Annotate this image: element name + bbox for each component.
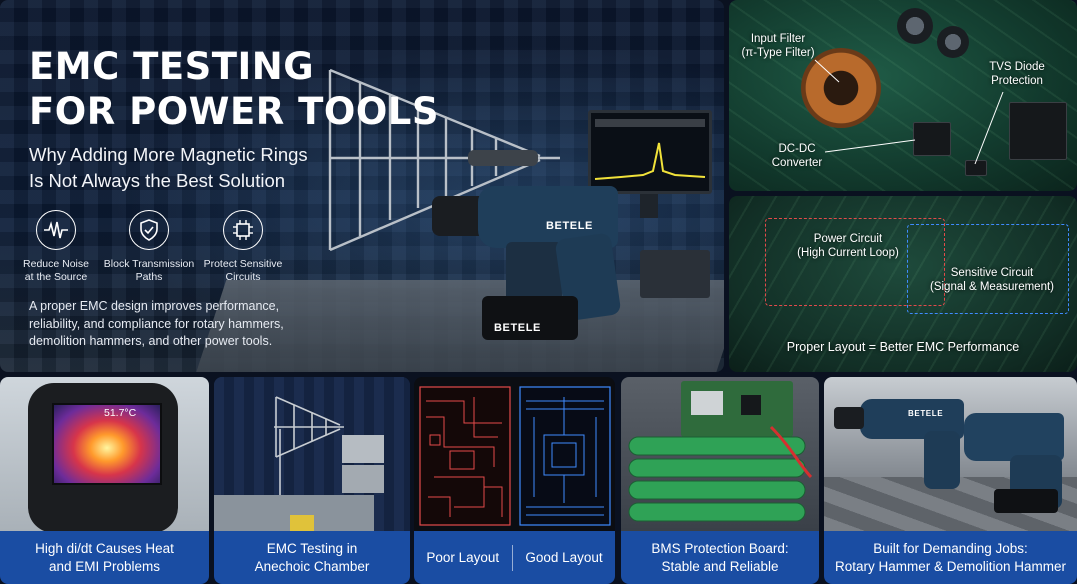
layout-footer-label: Proper Layout = Better EMC Performance	[786, 340, 1020, 354]
description-line: A proper EMC design improves performance…	[29, 299, 280, 313]
page-subtitle: Why Adding More Magnetic Rings Is Not Al…	[29, 142, 308, 194]
chip-icon	[223, 210, 263, 250]
description-line: reliability, and compliance for rotary h…	[29, 316, 284, 331]
caption-line: BMS Protection Board:	[651, 540, 789, 556]
feature-block-transmission: Block Transmission Paths	[101, 210, 197, 284]
caption-line: Rotary Hammer & Demolition Hammer	[834, 558, 1067, 574]
layout-compare-image	[414, 377, 615, 531]
battery-brand-label: BETELE	[494, 322, 541, 334]
good-layout-label: Good Layout	[525, 549, 603, 565]
label-line: (Signal & Measurement)	[930, 281, 1054, 293]
feature-label: Protect Sensitive	[203, 258, 283, 270]
caption-line: Built for Demanding Jobs:	[873, 540, 1028, 556]
subtitle-line-2: Is Not Always the Best Solution	[29, 170, 286, 191]
spectrum-analyzer-monitor	[588, 110, 712, 194]
feature-label: Circuits	[225, 271, 261, 283]
title-line-1: EMC TESTING	[29, 45, 315, 88]
label-line: (High Current Loop)	[797, 247, 899, 259]
drill-chuck	[432, 196, 484, 236]
hammers-image: BETELE	[824, 377, 1077, 531]
caption-line: EMC Testing in	[266, 540, 358, 556]
caption-divider	[511, 544, 513, 571]
monitor-stand	[640, 194, 658, 218]
description-line: demolition hammers, and other power tool…	[29, 334, 273, 348]
feature-label: at the Source	[24, 271, 88, 283]
bms-board-image	[621, 377, 819, 531]
title-line-2: FOR POWER TOOLS	[29, 90, 440, 133]
card-thermal-camera: 51.7°C High di/dt Causes Heat and EMI Pr…	[0, 377, 209, 584]
card-anechoic-chamber: EMC Testing in Anechoic Chamber	[214, 377, 410, 584]
card-caption: Poor Layout Good Layout	[414, 531, 615, 584]
callout-lines	[814, 59, 1004, 165]
poor-layout-label: Poor Layout	[426, 549, 500, 565]
card-pcb-layout-compare: Poor Layout Good Layout	[414, 377, 615, 584]
rf-instrument	[640, 250, 710, 298]
hero-description: A proper EMC design improves performance…	[29, 298, 289, 351]
power-circuit-label: Power Circuit (High Current Loop)	[773, 232, 923, 260]
label-line: Power Circuit	[813, 233, 883, 245]
card-bms-board: BMS Protection Board: Stable and Reliabl…	[621, 377, 819, 584]
drill-grip	[506, 242, 562, 304]
card-hammer-tools: BETELE Built for Demanding Jobs: Rotary …	[824, 377, 1077, 584]
temperature-readout: 51.7°C	[104, 407, 137, 419]
subtitle-line-1: Why Adding More Magnetic Rings	[29, 144, 308, 165]
card-caption: EMC Testing in Anechoic Chamber	[214, 531, 410, 584]
drill-brand-label: BETELE	[546, 220, 593, 232]
feature-label: Block Transmission	[103, 258, 195, 270]
label-line: Sensitive Circuit	[950, 267, 1034, 279]
thermal-camera-image: 51.7°C	[0, 377, 209, 533]
card-caption: Built for Demanding Jobs: Rotary Hammer …	[824, 531, 1077, 584]
drill-battery: BETELE	[482, 296, 578, 340]
hero-panel: BETELE BETELE EMC TESTING FOR POWER TOOL…	[0, 0, 724, 372]
waveform-icon	[36, 210, 76, 250]
pcb-components-panel: Input Filter (π-Type Filter) TVS Diode P…	[729, 0, 1077, 191]
caption-line: Stable and Reliable	[661, 558, 779, 574]
feature-protect-circuits: Protect Sensitive Circuits	[195, 210, 291, 284]
card-caption: High di/dt Causes Heat and EMI Problems	[0, 531, 209, 584]
caption-line: Anechoic Chamber	[254, 558, 370, 574]
anechoic-chamber-image	[214, 377, 410, 531]
feature-label: Paths	[135, 271, 163, 283]
feature-label: Reduce Noise	[23, 258, 89, 270]
card-caption: BMS Protection Board: Stable and Reliabl…	[621, 531, 819, 584]
sensitive-circuit-label: Sensitive Circuit (Signal & Measurement)	[917, 266, 1067, 294]
pcb-layout-panel: Power Circuit (High Current Loop) Sensit…	[729, 196, 1077, 372]
feature-reduce-noise: Reduce Noise at the Source	[8, 210, 104, 284]
hammer-brand-label: BETELE	[908, 409, 944, 418]
shield-check-icon	[129, 210, 169, 250]
page-title: EMC TESTING FOR POWER TOOLS	[29, 44, 439, 134]
caption-line: and EMI Problems	[48, 558, 161, 574]
caption-line: High di/dt Causes Heat	[35, 540, 174, 556]
